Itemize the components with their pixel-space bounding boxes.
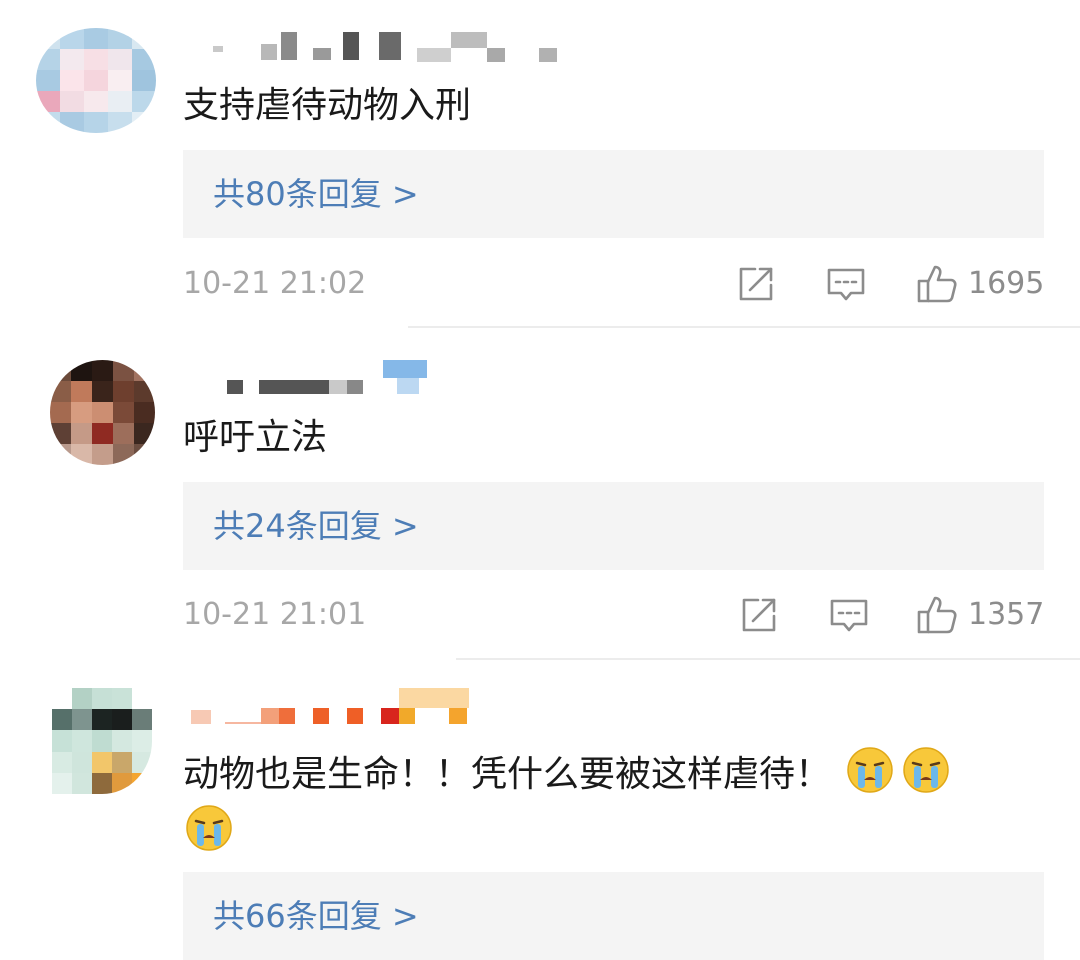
divider: [408, 326, 1080, 328]
comment-button[interactable]: [826, 260, 866, 308]
avatar[interactable]: [36, 28, 156, 133]
comment-text-line-2: [183, 804, 237, 855]
like-count: 1695: [968, 266, 1045, 301]
username-blurred[interactable]: [183, 688, 483, 724]
username-blurred[interactable]: [183, 30, 563, 66]
thumbs-up-icon: [916, 263, 958, 305]
comment-meta: 10-21 21:01 1357: [183, 591, 1044, 639]
comment-icon: [826, 264, 866, 304]
avatar[interactable]: [52, 688, 152, 794]
timestamp: 10-21 21:02: [183, 266, 367, 301]
view-replies-link[interactable]: 共80条回复 >: [213, 150, 419, 238]
comment-icon: [829, 595, 869, 635]
timestamp: 10-21 21:01: [183, 597, 367, 632]
comment-text: 支持虐待动物入刑: [183, 85, 472, 126]
comment-item: 呼吁立法 共24条回复 > 10-21 21:01 1357: [0, 330, 1080, 660]
comment-item: 支持虐待动物入刑 共80条回复 > 10-21 21:02 1695: [0, 0, 1080, 330]
like-button[interactable]: 1357: [916, 591, 1044, 639]
comment-text: 呼吁立法: [183, 417, 328, 458]
comment-meta: 10-21 21:02 1695: [183, 260, 1044, 308]
like-count: 1357: [968, 597, 1045, 632]
avatar[interactable]: [50, 360, 155, 465]
replies-box[interactable]: 共24条回复 >: [183, 482, 1044, 570]
share-icon: [736, 264, 776, 304]
replies-box[interactable]: 共80条回复 >: [183, 150, 1044, 238]
comment-item: 动物也是生命！！凭什么要被这样虐待！ 共66条回复 >: [0, 660, 1080, 960]
share-icon: [739, 595, 779, 635]
crying-face-emoji: [185, 804, 233, 852]
crying-face-emoji: [846, 746, 894, 794]
comment-button[interactable]: [829, 591, 869, 639]
crying-face-emoji: [902, 746, 950, 794]
share-button[interactable]: [736, 260, 776, 308]
username-blurred[interactable]: [183, 360, 443, 396]
like-button[interactable]: 1695: [916, 260, 1044, 308]
view-replies-link[interactable]: 共24条回复 >: [213, 482, 419, 570]
comment-text: 动物也是生命！！凭什么要被这样虐待！: [183, 746, 954, 797]
view-replies-link[interactable]: 共66条回复 >: [213, 872, 419, 960]
replies-box[interactable]: 共66条回复 >: [183, 872, 1044, 960]
comment-text-line: 动物也是生命！！凭什么要被这样虐待！: [183, 754, 832, 795]
thumbs-up-icon: [916, 594, 958, 636]
share-button[interactable]: [739, 591, 779, 639]
